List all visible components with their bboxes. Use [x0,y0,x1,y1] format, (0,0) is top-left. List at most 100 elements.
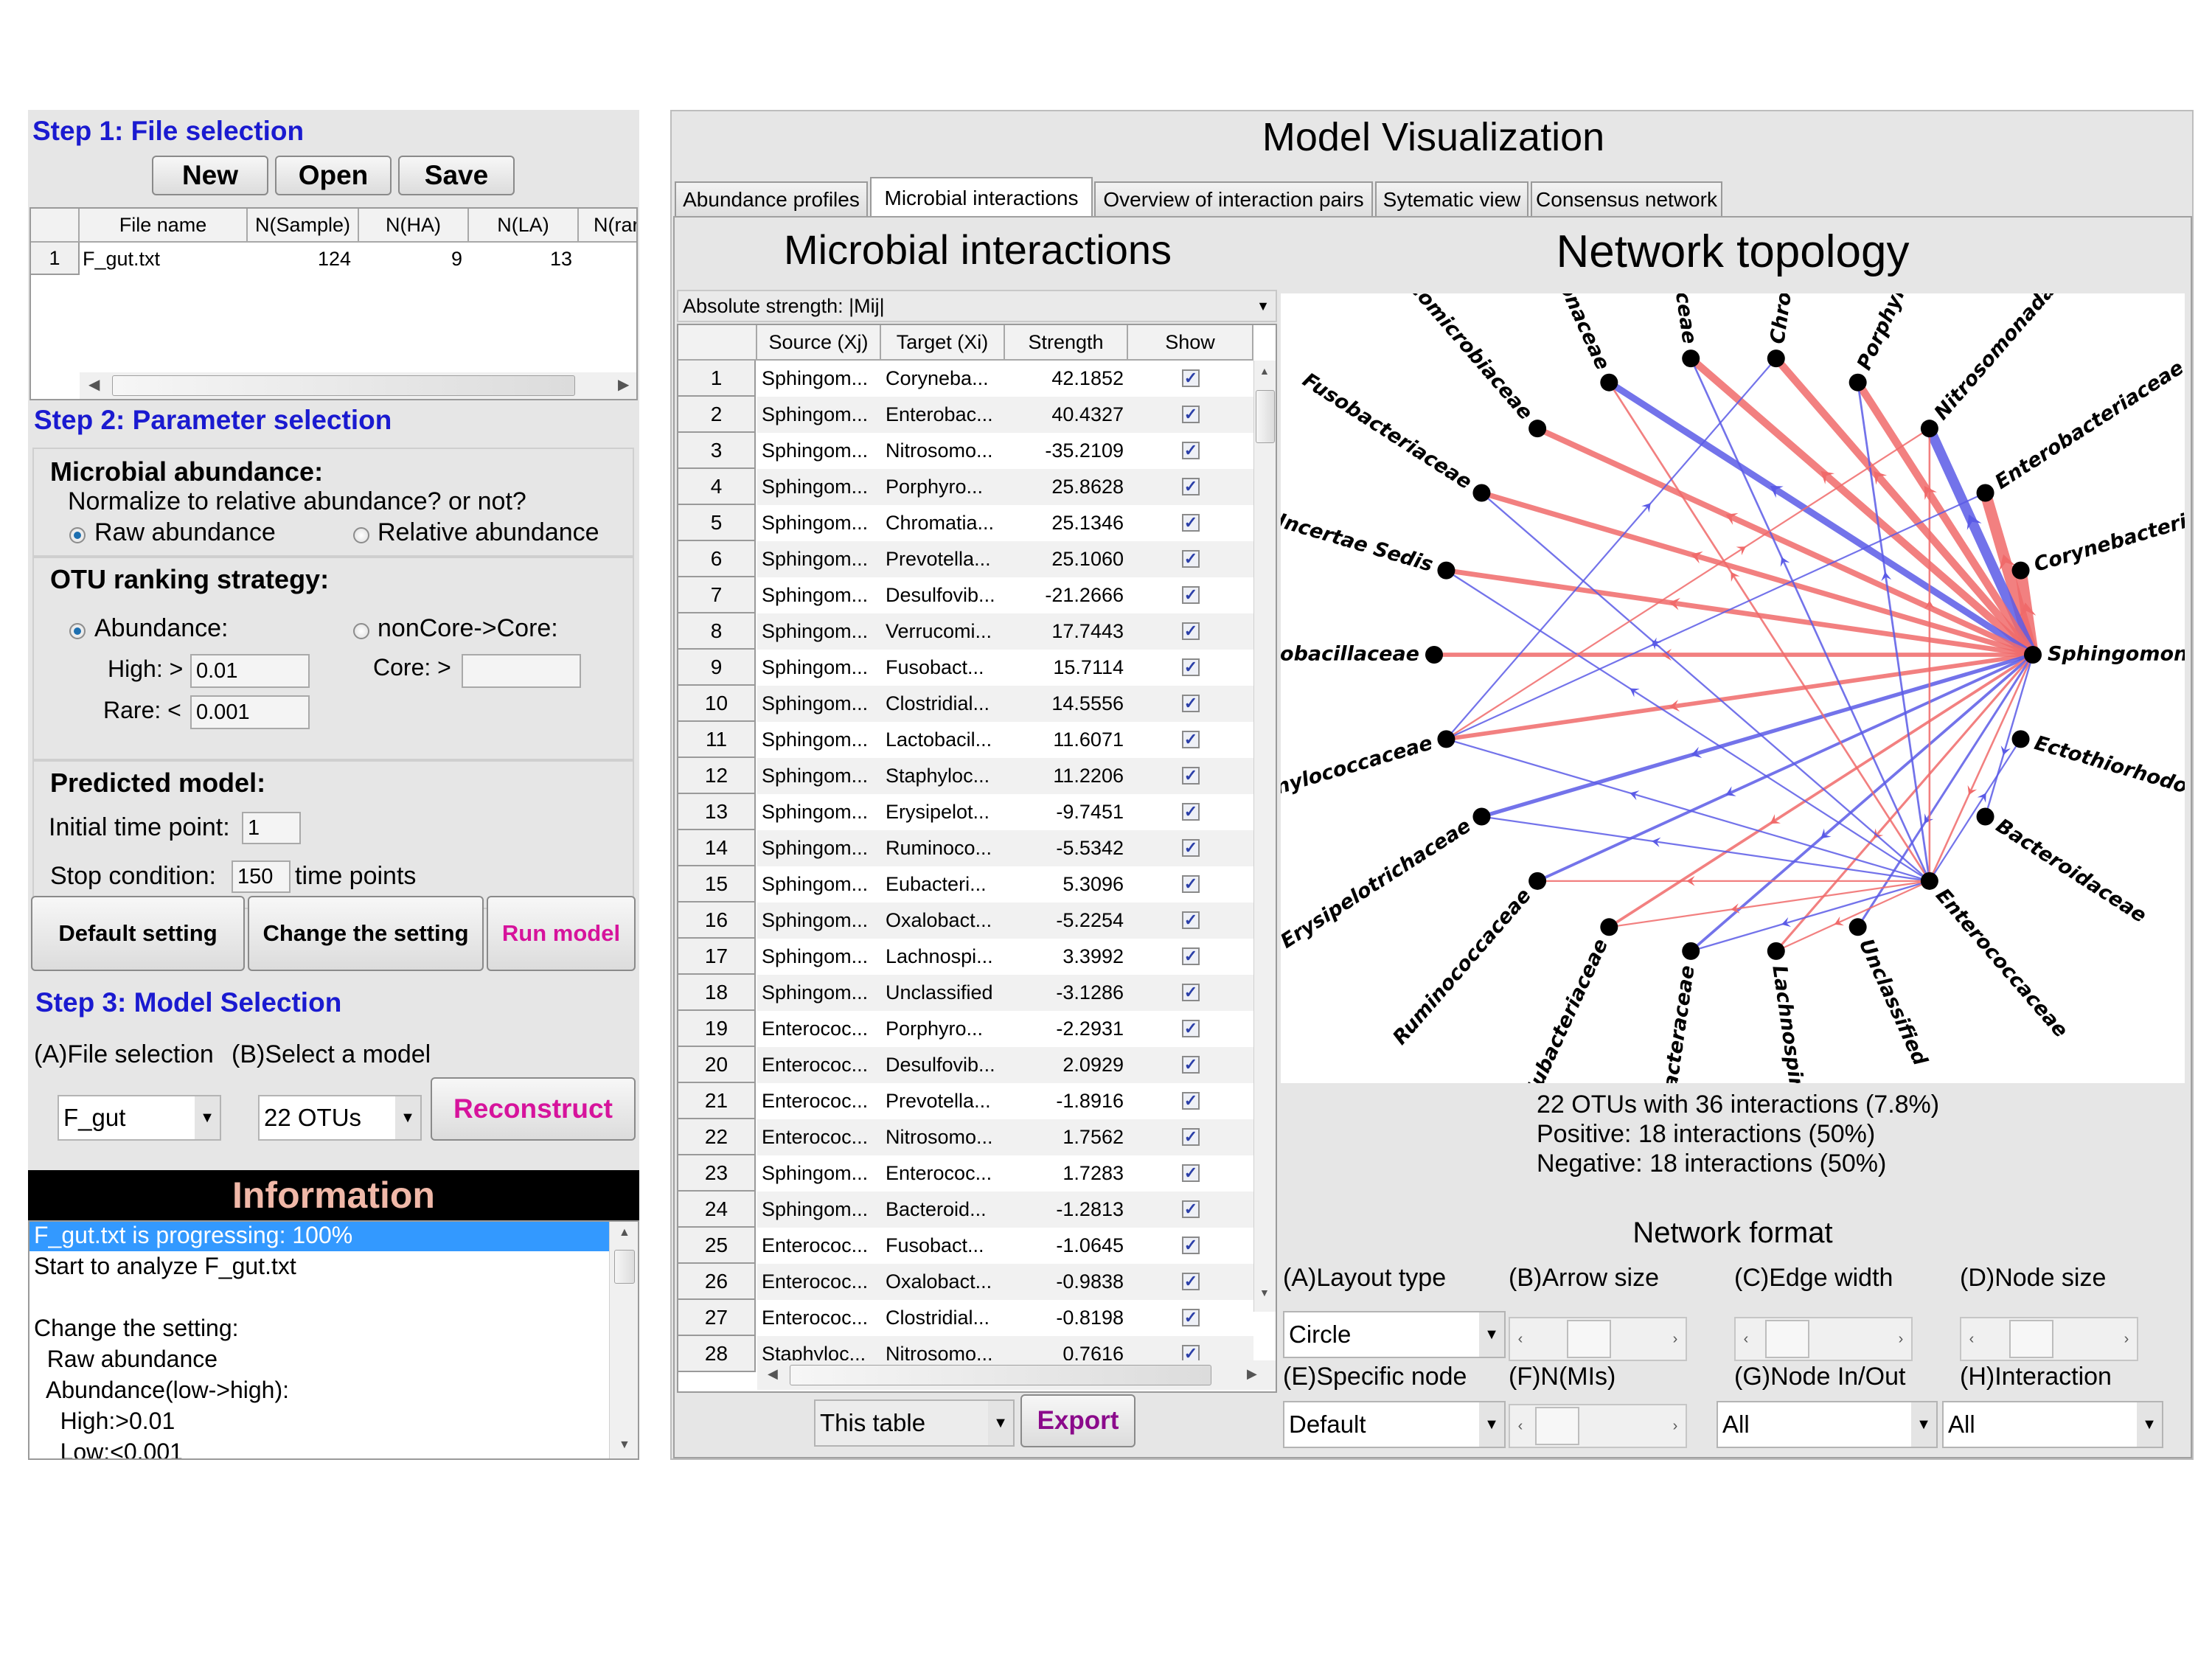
show-checkbox[interactable]: ✓ [1182,1200,1200,1218]
save-button[interactable]: Save [398,156,515,195]
change-setting-button[interactable]: Change the setting [248,896,484,971]
raw-abundance-radio[interactable] [69,527,86,543]
interaction-select[interactable]: All ▼ [1942,1401,2163,1448]
show-checkbox[interactable]: ✓ [1182,1056,1200,1074]
arrow-size-slider[interactable]: ‹ › [1509,1317,1687,1361]
network-node[interactable] [1528,420,1547,438]
col-show[interactable]: Show [1128,325,1253,361]
show-checkbox[interactable]: ✓ [1182,442,1200,459]
layout-type-select[interactable]: Circle ▼ [1283,1311,1506,1358]
tab-abundance-profiles[interactable]: Abundance profiles [675,181,868,216]
scroll-left-arrow-icon[interactable]: ◀ [88,375,100,394]
slider-right-arrow-icon[interactable]: › [1665,1318,1686,1360]
scroll-right-arrow-icon[interactable]: ▶ [1247,1366,1257,1382]
export-scope-select[interactable]: This table ▼ [814,1399,1015,1447]
col-n-sample[interactable]: N(Sample) [248,209,359,243]
show-checkbox[interactable]: ✓ [1182,731,1200,748]
show-checkbox[interactable]: ✓ [1182,1237,1200,1254]
scroll-right-arrow-icon[interactable]: ▶ [618,375,629,394]
network-node[interactable] [2011,561,2030,580]
show-checkbox[interactable]: ✓ [1182,1092,1200,1110]
tab-overview-interaction-pairs[interactable]: Overview of interaction pairs [1094,181,1373,216]
show-checkbox[interactable]: ✓ [1182,1309,1200,1326]
show-checkbox[interactable]: ✓ [1182,1164,1200,1182]
network-node[interactable] [1437,561,1455,580]
tab-systematic-view[interactable]: Sytematic view [1375,181,1528,216]
scroll-up-arrow-icon[interactable]: ▲ [619,1226,630,1239]
interactions-vscrollbar[interactable]: ▲ ▼ [1253,361,1276,1312]
relative-abundance-label[interactable]: Relative abundance [378,518,599,547]
information-log[interactable]: F_gut.txt is progressing: 100% Start to … [28,1220,639,1460]
chevron-down-icon[interactable]: ▼ [1479,1312,1504,1357]
chevron-down-icon[interactable]: ▼ [2137,1402,2162,1447]
chevron-down-icon[interactable]: ▼ [195,1096,220,1139]
show-checkbox[interactable]: ✓ [1182,658,1200,676]
chevron-down-icon[interactable]: ▼ [395,1096,420,1139]
show-checkbox[interactable]: ✓ [1182,1273,1200,1290]
show-checkbox[interactable]: ✓ [1182,622,1200,640]
show-checkbox[interactable]: ✓ [1182,406,1200,423]
show-checkbox[interactable]: ✓ [1182,514,1200,532]
open-button[interactable]: Open [275,156,392,195]
show-checkbox[interactable]: ✓ [1182,911,1200,929]
node-size-slider[interactable]: ‹ › [1960,1317,2138,1361]
interactions-hscrollbar[interactable]: ◀ ▶ [757,1360,1276,1390]
slider-left-arrow-icon[interactable]: ‹ [1510,1405,1531,1447]
show-checkbox[interactable]: ✓ [1182,695,1200,712]
network-node[interactable] [1600,373,1618,392]
raw-abundance-label[interactable]: Raw abundance [94,518,276,547]
show-checkbox[interactable]: ✓ [1182,984,1200,1001]
chevron-down-icon[interactable]: ▼ [1479,1402,1504,1447]
slider-left-arrow-icon[interactable]: ‹ [1736,1318,1756,1360]
file-table-hscrollbar[interactable]: ◀ ▶ [80,372,636,399]
n-mis-slider[interactable]: ‹ › [1509,1404,1687,1448]
default-setting-button[interactable]: Default setting [31,896,245,971]
chevron-down-icon[interactable]: ▼ [988,1401,1013,1445]
file-select[interactable]: F_gut ▼ [58,1095,221,1141]
high-threshold-input[interactable]: 0.01 [190,654,310,688]
scroll-left-arrow-icon[interactable]: ◀ [768,1366,778,1382]
chevron-down-icon[interactable]: ▼ [1251,291,1276,321]
show-checkbox[interactable]: ✓ [1182,586,1200,604]
slider-right-arrow-icon[interactable]: › [1665,1405,1686,1447]
show-checkbox[interactable]: ✓ [1182,839,1200,857]
show-checkbox[interactable]: ✓ [1182,550,1200,568]
slider-left-arrow-icon[interactable]: ‹ [1510,1318,1531,1360]
network-graph[interactable]: SphingomonadaceaeCorynebacteriaceaeEnter… [1281,293,2185,1083]
col-source[interactable]: Source (Xj) [757,325,881,361]
network-node[interactable] [1472,807,1491,826]
scroll-thumb[interactable] [790,1365,1211,1385]
slider-thumb[interactable] [2008,1320,2053,1358]
scroll-up-arrow-icon[interactable]: ▲ [1259,365,1270,377]
scroll-thumb[interactable] [614,1250,635,1284]
network-canvas[interactable]: SphingomonadaceaeCorynebacteriaceaeEnter… [1281,293,2185,1083]
show-checkbox[interactable]: ✓ [1182,369,1200,387]
slider-right-arrow-icon[interactable]: › [1891,1318,1911,1360]
network-node[interactable] [1920,420,1938,438]
noncore-core-radio[interactable] [353,623,369,639]
col-n-ha[interactable]: N(HA) [359,209,469,243]
col-n-la[interactable]: N(LA) [469,209,579,243]
show-checkbox[interactable]: ✓ [1182,767,1200,785]
network-node[interactable] [1767,942,1785,960]
network-node[interactable] [2024,646,2042,664]
slider-thumb[interactable] [1566,1320,1611,1358]
col-strength[interactable]: Strength [1005,325,1128,361]
scroll-down-arrow-icon[interactable]: ▼ [1259,1287,1270,1298]
stop-condition-input[interactable]: 150 [232,860,291,893]
tab-consensus-network[interactable]: Consensus network [1531,181,1722,216]
slider-thumb[interactable] [1765,1320,1810,1358]
network-node[interactable] [1600,918,1618,936]
scroll-down-arrow-icon[interactable]: ▼ [619,1439,630,1452]
slider-thumb[interactable] [1535,1407,1580,1445]
model-select[interactable]: 22 OTUs ▼ [258,1095,422,1141]
export-button[interactable]: Export [1020,1394,1135,1447]
sort-select[interactable]: Absolute strength: |Mij| ▼ [677,290,1277,322]
col-n-rare[interactable]: N(rar [579,209,636,243]
noncore-core-label[interactable]: nonCore->Core: [378,614,558,643]
show-checkbox[interactable]: ✓ [1182,1128,1200,1146]
network-node[interactable] [1920,872,1938,890]
chevron-down-icon[interactable]: ▼ [1911,1402,1936,1447]
network-node[interactable] [1682,349,1700,368]
network-node[interactable] [1848,918,1867,936]
